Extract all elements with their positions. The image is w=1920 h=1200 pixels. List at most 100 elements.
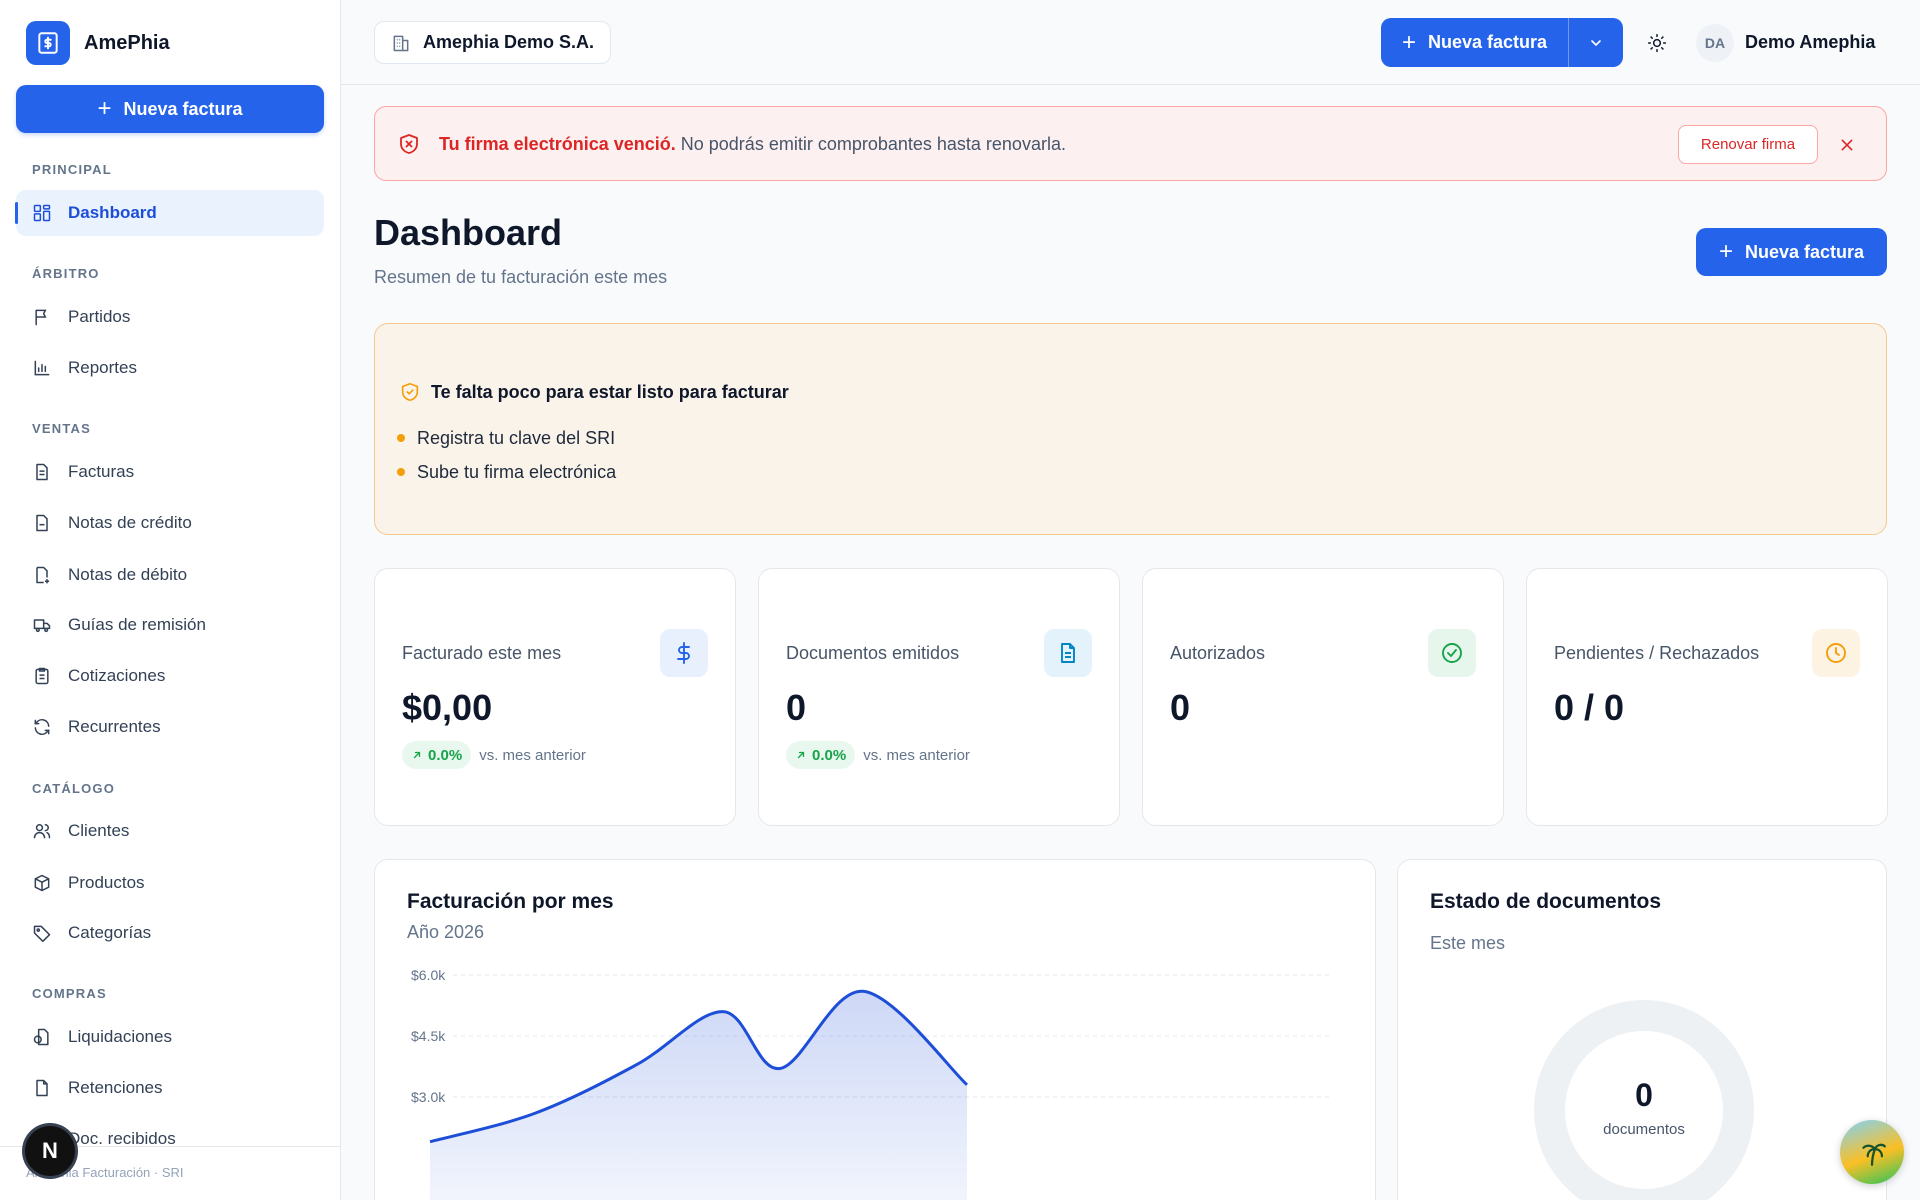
sidebar-item-guias[interactable]: Guías de remisión <box>16 602 324 648</box>
sidebar-item-facturas[interactable]: Facturas <box>16 449 324 495</box>
sidebar-item-label: Dashboard <box>68 203 157 222</box>
sidebar-item-clientes[interactable]: Clientes <box>16 808 324 854</box>
header-new-invoice-button[interactable]: + Nueva factura <box>1381 18 1569 67</box>
sidebar-item-label: Reportes <box>68 358 137 377</box>
stat-card-documents: Documentos emitidos 0 0.0% vs. mes anter… <box>758 568 1120 826</box>
sidebar-item-label: Facturas <box>68 462 135 481</box>
file-minus-icon <box>36 514 48 532</box>
sidebar-item-label: Recurrentes <box>68 717 161 736</box>
dollar-icon <box>677 642 690 664</box>
sidebar-item-notas-credito[interactable]: Notas de crédito <box>16 500 324 546</box>
stat-label: Facturado este mes <box>402 643 562 663</box>
stat-trend: 0.0% vs. mes anterior <box>786 741 970 769</box>
file-dollar-icon <box>33 1028 49 1046</box>
user-name[interactable]: Demo Amephia <box>1745 32 1875 53</box>
sidebar-item-label: Cotizaciones <box>68 666 166 685</box>
stat-label: Documentos emitidos <box>786 643 960 663</box>
sidebar-item-label: Partidos <box>68 307 131 326</box>
stat-label: Autorizados <box>1170 643 1266 663</box>
header-new-invoice-label: Nueva factura <box>1427 32 1548 52</box>
trend-note: vs. mes anterior <box>863 746 970 764</box>
sidebar-item-label: Productos <box>68 873 145 892</box>
onboarding-step[interactable]: Sube tu firma electrónica <box>397 455 616 489</box>
assistant-avatar-button[interactable] <box>1840 1120 1904 1184</box>
trend-note: vs. mes anterior <box>479 746 586 764</box>
new-invoice-dropdown-button[interactable] <box>1569 18 1623 67</box>
stat-icon-box <box>660 629 708 677</box>
plus-icon: + <box>1401 28 1416 56</box>
onboarding-step-label: Sube tu firma electrónica <box>417 461 617 482</box>
tag-icon <box>33 925 51 943</box>
theme-toggle-button[interactable] <box>1641 27 1673 59</box>
revenue-area <box>430 991 967 1200</box>
stat-card-pending: Pendientes / Rechazados 0 / 0 <box>1526 568 1888 826</box>
section-arbitro: ÁRBITRO <box>32 266 100 281</box>
stat-value: 0 <box>1170 687 1191 728</box>
sidebar-item-label: Clientes <box>68 821 130 840</box>
plus-icon: + <box>97 95 112 122</box>
brand[interactable]: AmePhia <box>26 21 170 65</box>
stat-value: $0,00 <box>402 687 493 728</box>
section-compras: COMPRAS <box>32 986 107 1001</box>
document-status-card: Estado de documentos Este mes 0 document… <box>1397 859 1887 1200</box>
stat-card-authorized: Autorizados 0 <box>1142 568 1504 826</box>
sidebar-item-reportes[interactable]: Reportes <box>16 345 324 391</box>
y-tick-label: $3.0k <box>411 1089 446 1105</box>
truck-icon <box>33 619 51 633</box>
stat-card-billed: Facturado este mes $0,00 0.0% vs. mes an… <box>374 568 736 826</box>
alert-body: No podrás emitir comprobantes hasta reno… <box>680 134 1066 154</box>
sidebar-item-dashboard[interactable]: Dashboard <box>15 190 324 236</box>
company-selector[interactable]: Amephia Demo S.A. <box>374 21 612 64</box>
sidebar-item-label: Categorías <box>68 923 152 942</box>
clock-icon <box>1826 643 1846 663</box>
page-new-invoice-button[interactable]: + Nueva factura <box>1696 228 1887 276</box>
page-title: Dashboard <box>374 212 563 253</box>
sidebar-item-liquidaciones[interactable]: Liquidaciones <box>16 1014 324 1060</box>
trend-pill: 0.0% <box>786 741 856 769</box>
sidebar-item-retenciones[interactable]: Retenciones <box>16 1065 324 1111</box>
trend-pill: 0.0% <box>402 741 472 769</box>
alert-close-button[interactable] <box>1835 133 1859 157</box>
signature-expired-alert: Tu firma electrónica venció. No podrás e… <box>374 106 1887 181</box>
sidebar-item-label: Notas de crédito <box>68 513 192 532</box>
flag-icon <box>35 309 47 326</box>
onboarding-step[interactable]: Registra tu clave del SRI <box>397 421 616 455</box>
chevron-down-icon <box>1591 39 1601 46</box>
avatar[interactable]: DA <box>1696 24 1734 62</box>
document-icon <box>1061 643 1075 663</box>
section-catalogo: CATÁLOGO <box>32 781 116 796</box>
sidebar-item-partidos[interactable]: Partidos <box>16 294 324 340</box>
section-principal: PRINCIPAL <box>32 162 112 177</box>
sidebar-item-recurrentes[interactable]: Recurrentes <box>16 704 324 750</box>
sidebar-item-notas-debito[interactable]: Notas de débito <box>16 552 324 598</box>
revenue-chart-card: Facturación por mes Año 2026 $6.0k $4.5k $… <box>374 859 1376 1200</box>
shield-x-icon <box>400 134 418 154</box>
sidebar: AmePhia + Nueva factura PRINCIPAL Dashbo… <box>0 0 341 1200</box>
donut-count-label: documentos <box>1603 1121 1685 1138</box>
close-icon <box>1841 139 1853 151</box>
renew-signature-button[interactable]: Renovar firma <box>1678 125 1818 164</box>
top-bar: Amephia Demo S.A. + Nueva factura DA Dem… <box>341 0 1920 85</box>
new-invoice-split-button: + Nueva factura <box>1381 18 1623 67</box>
file-plus-icon <box>36 566 50 584</box>
stat-label: Pendientes / Rechazados <box>1554 643 1760 663</box>
onboarding-title: Te falta poco para estar listo para fact… <box>431 382 789 402</box>
stat-icon-box <box>1044 629 1092 677</box>
stat-value: 0 <box>786 687 807 728</box>
sidebar-new-invoice-button[interactable]: + Nueva factura <box>16 85 324 133</box>
file-text-icon <box>36 463 48 481</box>
arrow-up-right-icon <box>413 751 421 759</box>
stat-value: 0 / 0 <box>1554 687 1625 728</box>
plus-icon: + <box>1718 238 1733 265</box>
grid-icon <box>33 204 51 222</box>
onboarding-steps: Registra tu clave del SRI Sube tu firma … <box>397 421 616 489</box>
sidebar-item-categorias[interactable]: Categorías <box>16 910 324 956</box>
company-name: Amephia Demo S.A. <box>423 32 595 52</box>
check-circle-icon <box>1442 643 1462 663</box>
dev-tools-badge[interactable]: N <box>25 1126 75 1176</box>
sidebar-item-cotizaciones[interactable]: Cotizaciones <box>16 653 324 699</box>
building-icon <box>393 35 409 51</box>
onboarding-step-label: Registra tu clave del SRI <box>417 427 616 448</box>
sidebar-item-productos[interactable]: Productos <box>16 860 324 906</box>
donut-count: 0 <box>1635 1077 1653 1113</box>
